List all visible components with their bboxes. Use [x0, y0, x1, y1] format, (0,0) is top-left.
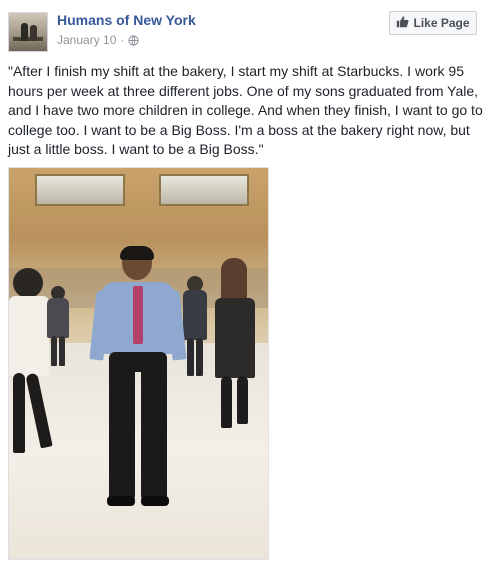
photo-subject-shape	[89, 246, 187, 508]
photo-person-shape	[207, 258, 267, 428]
meta-separator: ·	[120, 33, 125, 47]
globe-icon[interactable]	[128, 33, 140, 47]
post-date[interactable]: January 10	[57, 33, 116, 47]
facebook-post: Humans of New York January 10 · Like Pag…	[0, 0, 488, 566]
photo-window-shape	[159, 174, 249, 206]
avatar-figure-shape	[30, 25, 37, 41]
post-caption: "After I finish my shift at the bakery, …	[8, 63, 483, 157]
page-name-link[interactable]: Humans of New York	[57, 12, 196, 28]
post-photo[interactable]	[8, 167, 269, 560]
photo-person-shape	[47, 286, 69, 366]
like-page-button[interactable]: Like Page	[389, 11, 477, 35]
photo-person-shape	[181, 276, 211, 376]
avatar-bench-shape	[13, 37, 43, 41]
photo-window-shape	[35, 174, 125, 206]
post-meta: January 10 ·	[57, 33, 140, 47]
avatar-figure-shape	[21, 23, 28, 41]
page-avatar[interactable]	[8, 12, 48, 52]
thumbs-up-icon	[396, 15, 413, 31]
like-page-label: Like Page	[413, 16, 470, 30]
